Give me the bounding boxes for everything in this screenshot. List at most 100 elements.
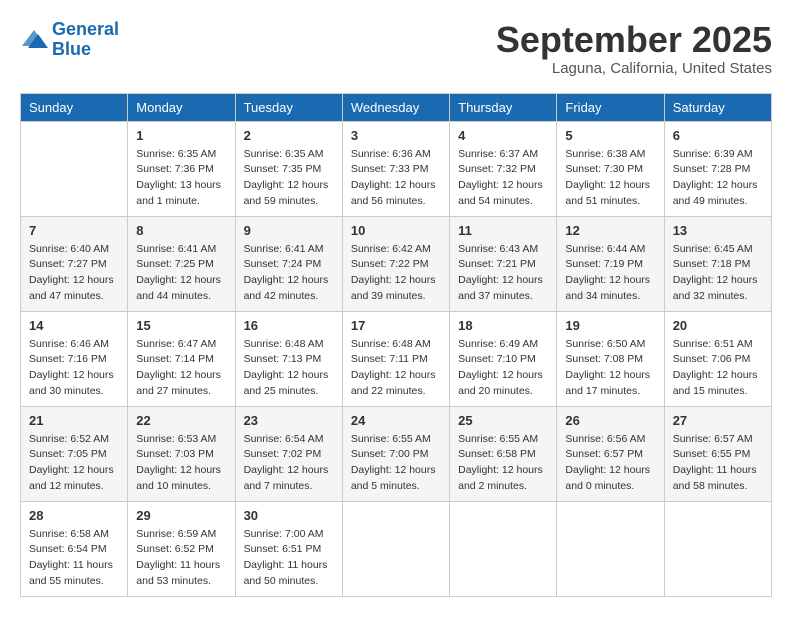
calendar-cell: 24Sunrise: 6:55 AMSunset: 7:00 PMDayligh… [342, 406, 449, 501]
calendar-cell [557, 501, 664, 596]
day-number: 15 [136, 318, 226, 333]
week-row-1: 1 Sunrise: 6:35 AMSunset: 7:36 PMDaylight… [21, 121, 772, 216]
logo-line1: General [52, 19, 119, 39]
day-number: 12 [565, 223, 655, 238]
calendar-cell: 9 Sunrise: 6:41 AMSunset: 7:24 PMDaylight… [235, 216, 342, 311]
logo-text: General Blue [52, 20, 119, 60]
calendar-cell: 2Sunrise: 6:35 AMSunset: 7:35 PMDaylight… [235, 121, 342, 216]
cell-info: Sunrise: 6:43 AMSunset: 7:21 PMDaylight:… [458, 242, 548, 305]
calendar-cell: 14 Sunrise: 6:46 AMSunset: 7:16 PMDayligh… [21, 311, 128, 406]
cell-info: Sunrise: 6:53 AMSunset: 7:03 PMDaylight:… [136, 432, 226, 495]
cell-info: Sunrise: 6:46 AMSunset: 7:16 PMDaylight:… [29, 337, 119, 400]
cell-info: Sunrise: 6:45 AMSunset: 7:18 PMDaylight:… [673, 242, 763, 305]
header-day-monday: Monday [128, 93, 235, 121]
cell-info: Sunrise: 7:00 AMSunset: 6:51 PMDaylight:… [244, 527, 334, 590]
day-number: 4 [458, 128, 548, 143]
cell-info: Sunrise: 6:40 AMSunset: 7:27 PMDaylight:… [29, 242, 119, 305]
calendar-header: SundayMondayTuesdayWednesdayThursdayFrid… [21, 93, 772, 121]
header-day-thursday: Thursday [450, 93, 557, 121]
week-row-5: 28 Sunrise: 6:58 AMSunset: 6:54 PMDayligh… [21, 501, 772, 596]
header-day-sunday: Sunday [21, 93, 128, 121]
day-number: 22 [136, 413, 226, 428]
day-number: 2 [244, 128, 334, 143]
header-day-tuesday: Tuesday [235, 93, 342, 121]
calendar-cell [450, 501, 557, 596]
day-number: 10 [351, 223, 441, 238]
day-number: 8 [136, 223, 226, 238]
calendar-cell: 11Sunrise: 6:43 AMSunset: 7:21 PMDayligh… [450, 216, 557, 311]
day-number: 16 [244, 318, 334, 333]
calendar-cell: 16 Sunrise: 6:48 AMSunset: 7:13 PMDayligh… [235, 311, 342, 406]
calendar-table: SundayMondayTuesdayWednesdayThursdayFrid… [20, 93, 772, 597]
cell-info: Sunrise: 6:57 AMSunset: 6:55 PMDaylight:… [673, 432, 763, 495]
calendar-cell: 22 Sunrise: 6:53 AMSunset: 7:03 PMDayligh… [128, 406, 235, 501]
day-number: 28 [29, 508, 119, 523]
logo-line2: Blue [52, 39, 91, 59]
calendar-cell: 1 Sunrise: 6:35 AMSunset: 7:36 PMDaylight… [128, 121, 235, 216]
cell-info: Sunrise: 6:36 AMSunset: 7:33 PMDaylight:… [351, 147, 441, 210]
calendar-cell: 19 Sunrise: 6:50 AMSunset: 7:08 PMDayligh… [557, 311, 664, 406]
calendar-cell: 15 Sunrise: 6:47 AMSunset: 7:14 PMDayligh… [128, 311, 235, 406]
calendar-cell: 27 Sunrise: 6:57 AMSunset: 6:55 PMDayligh… [664, 406, 771, 501]
day-number: 25 [458, 413, 548, 428]
calendar-cell: 4 Sunrise: 6:37 AMSunset: 7:32 PMDaylight… [450, 121, 557, 216]
calendar-cell: 30 Sunrise: 7:00 AMSunset: 6:51 PMDayligh… [235, 501, 342, 596]
calendar-cell [342, 501, 449, 596]
day-number: 13 [673, 223, 763, 238]
cell-info: Sunrise: 6:38 AMSunset: 7:30 PMDaylight:… [565, 147, 655, 210]
location: Laguna, California, United States [496, 60, 772, 77]
page-header: General Blue September 2025 Laguna, Cali… [20, 20, 772, 77]
calendar-cell [21, 121, 128, 216]
day-number: 17 [351, 318, 441, 333]
day-number: 1 [136, 128, 226, 143]
week-row-2: 7 Sunrise: 6:40 AMSunset: 7:27 PMDaylight… [21, 216, 772, 311]
calendar-cell: 10 Sunrise: 6:42 AMSunset: 7:22 PMDayligh… [342, 216, 449, 311]
day-number: 21 [29, 413, 119, 428]
header-day-saturday: Saturday [664, 93, 771, 121]
month-title: September 2025 [496, 20, 772, 60]
calendar-cell: 12Sunrise: 6:44 AMSunset: 7:19 PMDayligh… [557, 216, 664, 311]
cell-info: Sunrise: 6:48 AMSunset: 7:13 PMDaylight:… [244, 337, 334, 400]
cell-info: Sunrise: 6:59 AMSunset: 6:52 PMDaylight:… [136, 527, 226, 590]
cell-info: Sunrise: 6:42 AMSunset: 7:22 PMDaylight:… [351, 242, 441, 305]
cell-info: Sunrise: 6:35 AMSunset: 7:36 PMDaylight:… [136, 147, 226, 210]
day-number: 18 [458, 318, 548, 333]
calendar-cell: 25 Sunrise: 6:55 AMSunset: 6:58 PMDayligh… [450, 406, 557, 501]
day-number: 19 [565, 318, 655, 333]
day-number: 7 [29, 223, 119, 238]
calendar-cell [664, 501, 771, 596]
calendar-cell: 18Sunrise: 6:49 AMSunset: 7:10 PMDayligh… [450, 311, 557, 406]
day-number: 14 [29, 318, 119, 333]
day-number: 30 [244, 508, 334, 523]
cell-info: Sunrise: 6:55 AMSunset: 6:58 PMDaylight:… [458, 432, 548, 495]
header-day-wednesday: Wednesday [342, 93, 449, 121]
cell-info: Sunrise: 6:58 AMSunset: 6:54 PMDaylight:… [29, 527, 119, 590]
calendar-cell: 5 Sunrise: 6:38 AMSunset: 7:30 PMDaylight… [557, 121, 664, 216]
calendar-cell: 28 Sunrise: 6:58 AMSunset: 6:54 PMDayligh… [21, 501, 128, 596]
calendar-cell: 17Sunrise: 6:48 AMSunset: 7:11 PMDayligh… [342, 311, 449, 406]
logo: General Blue [20, 20, 119, 60]
day-number: 5 [565, 128, 655, 143]
logo-icon [20, 28, 48, 52]
calendar-cell: 29 Sunrise: 6:59 AMSunset: 6:52 PMDayligh… [128, 501, 235, 596]
cell-info: Sunrise: 6:54 AMSunset: 7:02 PMDaylight:… [244, 432, 334, 495]
cell-info: Sunrise: 6:37 AMSunset: 7:32 PMDaylight:… [458, 147, 548, 210]
cell-info: Sunrise: 6:52 AMSunset: 7:05 PMDaylight:… [29, 432, 119, 495]
calendar-cell: 7 Sunrise: 6:40 AMSunset: 7:27 PMDaylight… [21, 216, 128, 311]
cell-info: Sunrise: 6:41 AMSunset: 7:24 PMDaylight:… [244, 242, 334, 305]
day-number: 27 [673, 413, 763, 428]
cell-info: Sunrise: 6:50 AMSunset: 7:08 PMDaylight:… [565, 337, 655, 400]
day-number: 20 [673, 318, 763, 333]
cell-info: Sunrise: 6:56 AMSunset: 6:57 PMDaylight:… [565, 432, 655, 495]
calendar-cell: 6Sunrise: 6:39 AMSunset: 7:28 PMDaylight… [664, 121, 771, 216]
cell-info: Sunrise: 6:41 AMSunset: 7:25 PMDaylight:… [136, 242, 226, 305]
calendar-cell: 20Sunrise: 6:51 AMSunset: 7:06 PMDayligh… [664, 311, 771, 406]
day-number: 29 [136, 508, 226, 523]
day-number: 9 [244, 223, 334, 238]
day-number: 23 [244, 413, 334, 428]
calendar-body: 1 Sunrise: 6:35 AMSunset: 7:36 PMDaylight… [21, 121, 772, 596]
day-number: 6 [673, 128, 763, 143]
calendar-cell: 26Sunrise: 6:56 AMSunset: 6:57 PMDayligh… [557, 406, 664, 501]
cell-info: Sunrise: 6:47 AMSunset: 7:14 PMDaylight:… [136, 337, 226, 400]
calendar-cell: 3Sunrise: 6:36 AMSunset: 7:33 PMDaylight… [342, 121, 449, 216]
